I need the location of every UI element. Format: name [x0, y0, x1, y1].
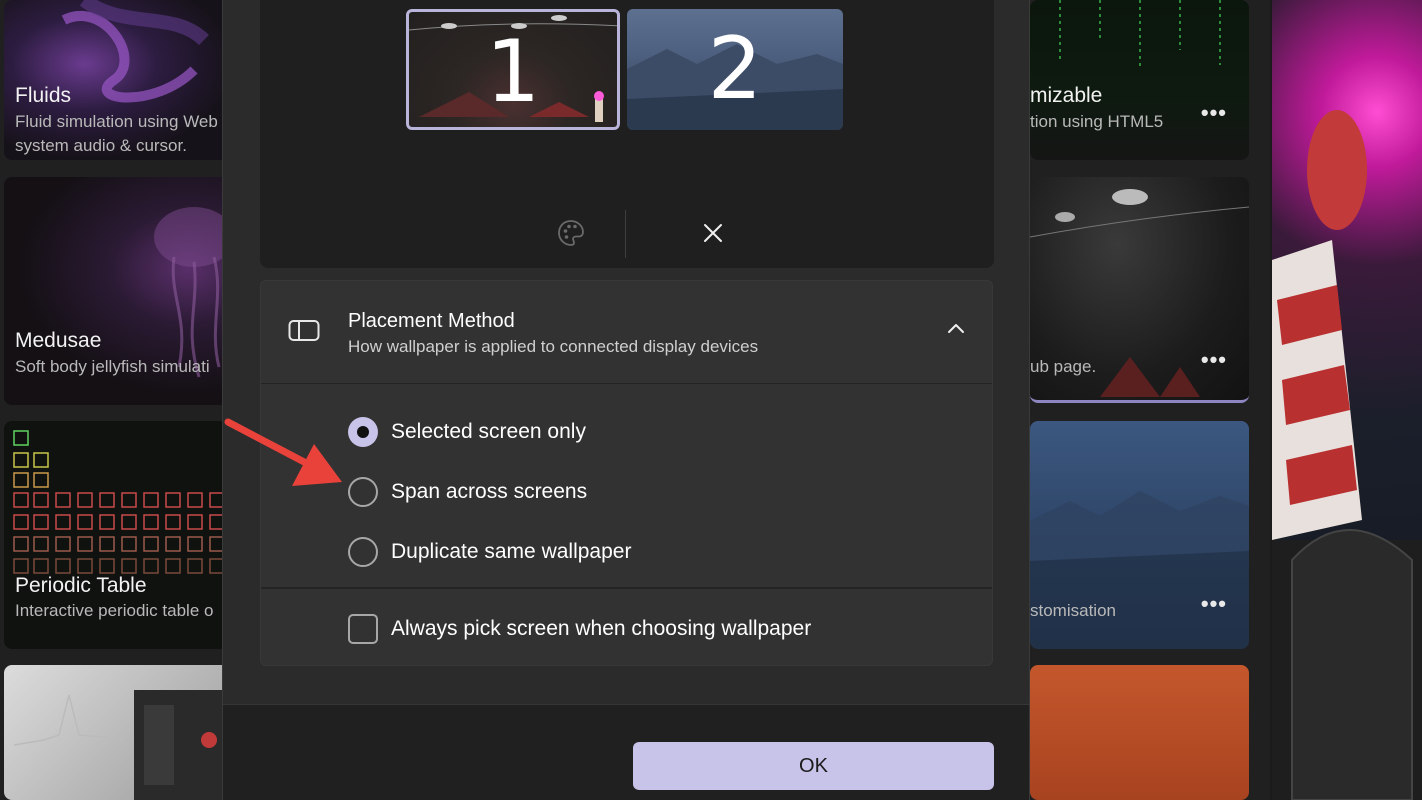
wallpaper-card-mountains[interactable]: stomisation •••: [1030, 421, 1249, 649]
card-title: Periodic Table: [15, 574, 147, 597]
toolbar-divider: [625, 210, 626, 258]
chevron-up-icon[interactable]: [946, 321, 966, 335]
placement-method-title: Placement Method: [348, 310, 515, 332]
card-description: stomisation: [1030, 601, 1116, 620]
card-title: Medusae: [15, 329, 102, 352]
monitor-number: 1: [485, 22, 541, 122]
wallpaper-placement-dialog: 1 2 Placement Method How wallpaper is ap…: [222, 0, 1030, 800]
more-options-button[interactable]: •••: [1201, 591, 1227, 617]
palette-icon[interactable]: [554, 216, 588, 250]
option-label: Selected screen only: [391, 420, 586, 443]
checkbox-label: Always pick screen when choosing wallpap…: [391, 617, 812, 640]
wallpaper-card-orange[interactable]: [1030, 665, 1249, 800]
option-label: Span across screens: [391, 480, 588, 503]
more-options-button[interactable]: •••: [1201, 347, 1227, 373]
wallpaper-card-dark-scene[interactable]: ub page. •••: [1030, 177, 1249, 403]
monitor-1-thumbnail[interactable]: 1: [406, 9, 620, 130]
card-description: tion using HTML5: [1030, 112, 1164, 131]
card-description: ub page.: [1030, 357, 1097, 376]
graph-thumbnail: [13, 690, 224, 800]
wallpaper-card-medusae[interactable]: Medusae Soft body jellyfish simulati: [4, 177, 234, 405]
desktop-wallpaper-lighthouse: [1272, 0, 1422, 800]
wallpaper-card-periodic-table[interactable]: Periodic Table Interactive periodic tabl…: [4, 421, 234, 649]
wallpaper-card-graph[interactable]: [4, 665, 234, 800]
checkbox[interactable]: [348, 614, 378, 644]
card-description: Soft body jellyfish simulati: [15, 357, 210, 376]
wallpaper-card-fluids[interactable]: Fluids Fluid simulation using Web system…: [4, 0, 234, 160]
dialog-footer: OK: [223, 704, 1029, 800]
radio-button[interactable]: [348, 537, 378, 567]
more-options-button[interactable]: •••: [1201, 100, 1227, 126]
annotation-arrow-icon: [224, 418, 342, 486]
panel-layout-icon: [288, 319, 320, 343]
card-title: Fluids: [15, 84, 72, 107]
screen: Fluids Fluid simulation using Web system…: [0, 0, 1422, 800]
option-span-across-screens[interactable]: Span across screens: [348, 476, 587, 508]
option-label: Duplicate same wallpaper: [391, 540, 632, 563]
close-icon[interactable]: [700, 220, 726, 246]
monitor-2-thumbnail[interactable]: 2: [627, 9, 843, 130]
section-divider: [261, 587, 992, 589]
card-description: Interactive periodic table o: [15, 601, 214, 620]
lighthouse-illustration: [1272, 110, 1422, 800]
card-description: Fluid simulation using Web: [15, 112, 218, 131]
option-selected-screen-only[interactable]: Selected screen only: [348, 416, 586, 448]
card-title: mizable: [1030, 84, 1103, 107]
placement-method-panel: Placement Method How wallpaper is applie…: [260, 280, 993, 666]
placement-method-header[interactable]: Placement Method How wallpaper is applie…: [261, 281, 992, 384]
monitor-number: 2: [707, 19, 763, 119]
monitor-preview-area: 1 2: [260, 0, 994, 268]
option-duplicate-same-wallpaper[interactable]: Duplicate same wallpaper: [348, 536, 631, 568]
always-pick-screen-option[interactable]: Always pick screen when choosing wallpap…: [348, 613, 811, 645]
wallpaper-card-customizable[interactable]: mizable tion using HTML5 •••: [1030, 0, 1249, 160]
matrix-thumbnail: [1059, 0, 1221, 70]
ok-button[interactable]: OK: [633, 742, 994, 790]
placement-method-subtitle: How wallpaper is applied to connected di…: [348, 337, 759, 356]
card-description: system audio & cursor.: [15, 136, 187, 155]
